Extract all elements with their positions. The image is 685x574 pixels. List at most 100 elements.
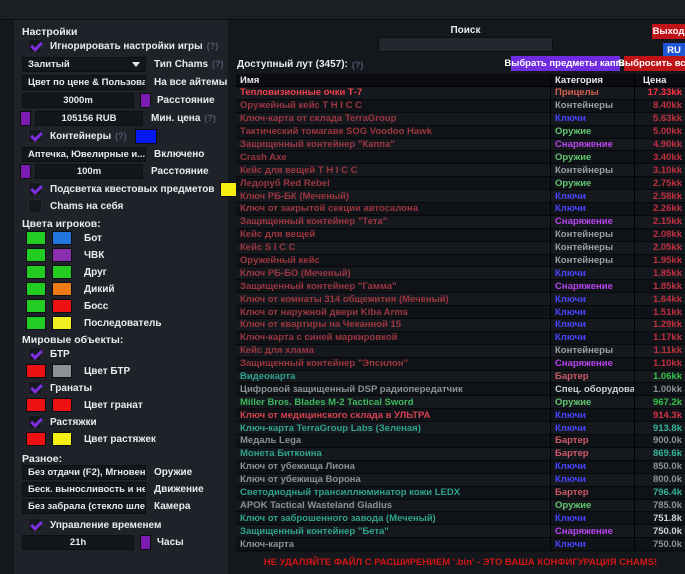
table-row[interactable]: Ключ-карта TerraGroup Labs (Зеленая) Клю… [236, 422, 685, 435]
select-kappa-items-button[interactable]: Выбрать предметы каппа [511, 56, 620, 71]
table-row[interactable]: Ключ-карта Ключи 750.0k [236, 538, 685, 551]
min-price-color-swatch[interactable] [20, 111, 31, 126]
hidden-color-swatch[interactable] [52, 248, 72, 262]
containers-color-swatch[interactable] [135, 129, 157, 144]
help-marker[interactable]: (?) [352, 60, 364, 70]
help-marker[interactable]: (?) [115, 131, 127, 141]
grenade-color-swatch-2[interactable] [52, 398, 72, 412]
misc-dropdown[interactable]: Без отдачи (F2), Мгновенное п [22, 465, 146, 480]
table-row[interactable]: Цифровой защищенный DSP радиопередатчик … [236, 383, 685, 396]
containers-row: Контейнеры (?) [14, 128, 228, 144]
table-row[interactable]: Тактический томагавк SOG Voodoo Hawk Ору… [236, 126, 685, 139]
visible-color-swatch[interactable] [26, 299, 46, 313]
distance-color-swatch[interactable] [140, 93, 151, 108]
table-row[interactable]: Ключ РБ-БО (Меченый) Ключи 1.85kk [236, 267, 685, 280]
column-header-price[interactable]: Цена [634, 74, 685, 86]
meds-distance-input[interactable]: 100m [35, 164, 143, 179]
hidden-color-swatch[interactable] [52, 231, 72, 245]
visible-color-swatch[interactable] [26, 248, 46, 262]
column-header-category[interactable]: Категория [550, 74, 634, 86]
misc-dropdown[interactable]: Беск. выносливость и нет уста [22, 482, 146, 497]
table-row[interactable]: Кейс для вещей Контейнеры 2.08kk [236, 229, 685, 242]
hidden-color-swatch[interactable] [52, 299, 72, 313]
btr-color-swatch-2[interactable] [52, 364, 72, 378]
visible-color-swatch[interactable] [26, 316, 46, 330]
search-label: Поиск [378, 25, 553, 36]
player-type-label: Последователь [84, 318, 162, 329]
table-row[interactable]: Монета Биткоина Бартер 869.6k [236, 448, 685, 461]
table-row[interactable]: Кейс для хлама Контейнеры 1.11kk [236, 345, 685, 358]
table-row[interactable]: Кейс для вещей T H I C C Контейнеры 3.10… [236, 164, 685, 177]
visible-color-swatch[interactable] [26, 282, 46, 296]
table-row[interactable]: Медаль Lega Бартер 900.0k [236, 435, 685, 448]
table-row[interactable]: Miller Bros. Blades M-2 Tactical Sword О… [236, 396, 685, 409]
table-row[interactable]: Ключ-карта от склада TerraGroup Ключи 5.… [236, 113, 685, 126]
meds-distance-color-swatch[interactable] [20, 164, 31, 179]
table-row[interactable]: Оружейный кейс Контейнеры 1.95kk [236, 255, 685, 268]
table-row[interactable]: Ключ от квартиры на Чеканной 15 Ключи 1.… [236, 319, 685, 332]
search-input[interactable] [378, 37, 553, 52]
table-row[interactable]: Защищенный контейнер "Эпсилон" Снаряжени… [236, 358, 685, 371]
table-row[interactable]: Ключ от закрытой секции автосалона Ключи… [236, 203, 685, 216]
containers-checkbox[interactable] [28, 129, 42, 143]
min-price-input[interactable]: 105156 RUB [35, 111, 143, 126]
table-row[interactable]: Защищенный контейнер "Бета" Снаряжение 7… [236, 525, 685, 538]
table-row[interactable]: Ключ-карта с синей маркировкой Ключи 1.1… [236, 332, 685, 345]
table-row[interactable]: Ключ от убежища Лиона Ключи 850.0k [236, 461, 685, 474]
drop-all-button[interactable]: Выбросить все [624, 56, 685, 71]
item-name: Ключ РБ-БО (Меченый) [236, 268, 550, 279]
tripwire-color-swatch-1[interactable] [26, 432, 46, 446]
table-row[interactable]: Защищенный контейнер "Гамма" Снаряжение … [236, 280, 685, 293]
btr-color-swatch-1[interactable] [26, 364, 46, 378]
table-row[interactable]: Ключ от медицинского склада в УЛЬТРА Клю… [236, 409, 685, 422]
item-category: Ключи [550, 267, 634, 279]
all-items-dropdown[interactable]: Цвет по цене & Пользователь [22, 75, 146, 90]
item-name: Ключ от закрытой секции автосалона [236, 203, 550, 214]
table-row[interactable]: Светодиодный трансиллюминатор кожи LEDX … [236, 487, 685, 500]
column-header-name[interactable]: Имя [236, 75, 550, 86]
table-row[interactable]: Тепловизионные очки Т-7 Прицелы 17.33kk [236, 87, 685, 100]
table-row[interactable]: Видеокарта Бартер 1.06kk [236, 371, 685, 384]
time-input[interactable]: 21h [22, 535, 134, 550]
table-row[interactable]: Ключ РБ-БК (Меченый) Ключи 2.58kk [236, 190, 685, 203]
help-marker[interactable]: (?) [204, 113, 216, 123]
visible-color-swatch[interactable] [26, 231, 46, 245]
item-name: Crash Axe [236, 152, 550, 163]
meds-dropdown[interactable]: Аптечка, Ювелирные и... [22, 147, 146, 162]
item-name: Кейс для вещей [236, 229, 550, 240]
time-color-swatch[interactable] [140, 535, 151, 550]
tripwire-color-swatch-2[interactable] [52, 432, 72, 446]
item-category: Ключи [550, 319, 634, 331]
misc-dropdown[interactable]: Без забрала (стекло шлема) [22, 499, 146, 514]
tripwires-checkbox[interactable] [28, 415, 42, 429]
exit-button[interactable]: Выход [652, 24, 685, 39]
grenade-color-swatch-1[interactable] [26, 398, 46, 412]
table-row[interactable]: Защищенный контейнер "Тета" Снаряжение 2… [236, 216, 685, 229]
distance-input[interactable]: 3000m [22, 93, 134, 108]
self-chams-checkbox[interactable] [28, 199, 42, 213]
hidden-color-swatch[interactable] [52, 265, 72, 279]
grenades-checkbox[interactable] [28, 381, 42, 395]
table-row[interactable]: Оружейный кейс T H I C C Контейнеры 8.40… [236, 100, 685, 113]
time-control-checkbox[interactable] [28, 518, 42, 532]
title-bar[interactable] [0, 0, 685, 20]
ignore-game-settings-checkbox[interactable] [28, 39, 42, 53]
table-row[interactable]: APOK Tactical Wasteland Gladius Оружие 7… [236, 500, 685, 513]
hidden-color-swatch[interactable] [52, 282, 72, 296]
chams-type-dropdown[interactable]: Залитый [22, 57, 146, 72]
help-marker[interactable]: (?) [207, 41, 219, 51]
table-row[interactable]: Ключ от заброшенного завода (Меченый) Кл… [236, 512, 685, 525]
table-row[interactable]: Ключ от наружной двери Kiba Arms Ключи 1… [236, 306, 685, 319]
quest-highlight-checkbox[interactable] [28, 182, 42, 196]
table-row[interactable]: Ключ от убежища Ворона Ключи 800.0k [236, 474, 685, 487]
help-marker[interactable]: (?) [212, 59, 224, 69]
item-category: Ключи [550, 332, 634, 344]
table-row[interactable]: Ледоруб Red Rebel Оружие 2.75kk [236, 177, 685, 190]
table-row[interactable]: Кейс S I C C Контейнеры 2.05kk [236, 242, 685, 255]
table-row[interactable]: Crash Axe Оружие 3.40kk [236, 151, 685, 164]
table-row[interactable]: Защищенный контейнер "Каппа" Снаряжение … [236, 139, 685, 152]
visible-color-swatch[interactable] [26, 265, 46, 279]
table-row[interactable]: Ключ от комнаты 314 общежития (Меченый) … [236, 293, 685, 306]
btr-checkbox[interactable] [28, 347, 42, 361]
hidden-color-swatch[interactable] [52, 316, 72, 330]
